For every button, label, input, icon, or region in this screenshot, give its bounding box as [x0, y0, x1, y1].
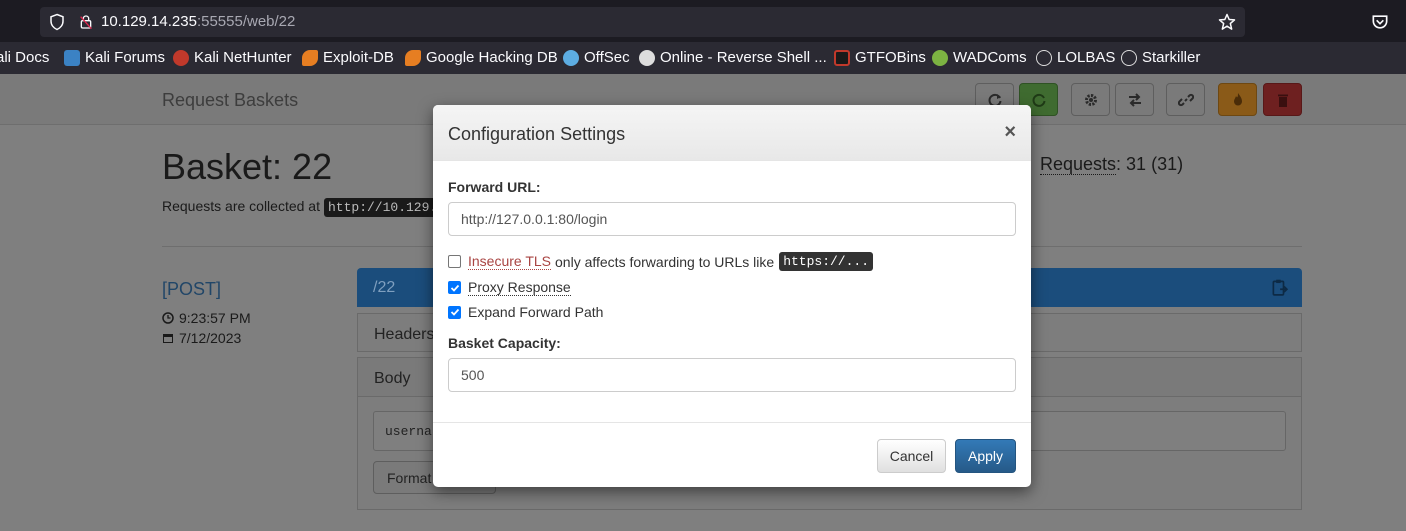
bookmark-label: LOLBAS: [1057, 49, 1116, 66]
bookmark-label: ali Docs: [0, 49, 50, 66]
bookmark-starkiller[interactable]: Starkiller: [1121, 49, 1200, 66]
responses-button[interactable]: [1115, 83, 1154, 116]
kali-forums-icon: [64, 49, 80, 66]
bookmark-label: Kali Forums: [85, 49, 166, 66]
link-icon: [1177, 93, 1194, 106]
clock-icon: [162, 312, 174, 324]
format-label: Format: [387, 470, 432, 486]
collected-text: Requests are collected at: [162, 198, 320, 214]
modal-footer: Cancel Apply: [433, 422, 1031, 487]
calendar-icon: [163, 334, 173, 343]
request-date: 7/12/2023: [162, 330, 241, 346]
bookmark-label: Kali NetHunter: [194, 49, 292, 66]
capacity-label: Basket Capacity:: [448, 335, 561, 351]
url-host: 10.129.14.235: [101, 13, 197, 30]
insecure-tls-row: Insecure TLS only affects forwarding to …: [448, 252, 874, 271]
bookmark-exploit-db[interactable]: Exploit-DB: [302, 49, 394, 66]
auto-refresh-icon: [1032, 93, 1045, 107]
exchange-icon: [1128, 92, 1141, 107]
bookmark-kali-forums[interactable]: Kali Forums: [64, 49, 165, 66]
capacity-input[interactable]: [448, 358, 1016, 392]
settings-button[interactable]: [1071, 83, 1110, 116]
requests-label: Requests: [1040, 154, 1117, 175]
app-brand[interactable]: Request Baskets: [162, 90, 298, 111]
gear-icon: [1084, 93, 1097, 106]
bookmark-lolbas[interactable]: LOLBAS: [1036, 49, 1115, 66]
url-path: :55555/web/22: [196, 13, 296, 30]
bookmark-gtfobins[interactable]: GTFOBins: [834, 49, 926, 66]
body-preview: usernar: [385, 424, 440, 439]
proxy-response-row: Proxy Response: [448, 279, 571, 296]
forward-url-input[interactable]: [448, 202, 1016, 236]
expand-path-checkbox[interactable]: [448, 305, 461, 319]
trash-icon: [1277, 94, 1288, 107]
insecure-tls-label[interactable]: Insecure TLS: [468, 253, 552, 270]
url-text[interactable]: 10.129.14.235:55555/web/22: [101, 13, 295, 30]
offsec-icon: [563, 49, 579, 66]
exploit-db-icon: [302, 49, 318, 66]
collected-info: Requests are collected at http://10.129.: [162, 198, 442, 217]
pocket-icon[interactable]: [1370, 12, 1390, 32]
request-method[interactable]: [POST]: [162, 279, 221, 300]
bookmark-label: Starkiller: [1142, 49, 1201, 66]
collected-url: http://10.129.: [323, 198, 442, 217]
request-path: /22: [373, 279, 396, 296]
lock-icon[interactable]: [78, 13, 94, 31]
headers-label: Headers: [374, 326, 435, 343]
insecure-tls-note: only affects forwarding to URLs like: [555, 253, 775, 270]
modal-header: Configuration Settings ×: [433, 105, 1031, 161]
check-icon: [450, 308, 459, 316]
share-link-button[interactable]: [1166, 83, 1205, 116]
config-settings-modal: Configuration Settings × Forward URL: In…: [433, 105, 1031, 487]
cancel-button[interactable]: Cancel: [877, 439, 946, 473]
apply-button[interactable]: Apply: [955, 439, 1016, 473]
forward-url-label: Forward URL:: [448, 179, 541, 195]
requests-value: : 31 (31): [1116, 154, 1184, 174]
skull-icon: [639, 49, 655, 66]
insecure-tls-checkbox[interactable]: [448, 255, 461, 268]
request-time: 9:23:57 PM: [162, 310, 251, 326]
requests-count: Requests: 31 (31): [1040, 154, 1183, 175]
insecure-tls-code: https://...: [779, 252, 874, 271]
clipboard-icon[interactable]: [1270, 278, 1288, 296]
gtfobins-icon: [834, 49, 850, 66]
bookmark-label: Exploit-DB: [323, 49, 394, 66]
bookmark-label: OffSec: [584, 49, 630, 66]
bookmark-kali-docs[interactable]: ali Docs: [0, 49, 49, 66]
check-icon: [450, 284, 459, 292]
basket-title: Basket: 22: [162, 146, 333, 187]
globe-icon: [1036, 49, 1052, 66]
close-icon[interactable]: ×: [1004, 122, 1016, 142]
expand-path-row: Expand Forward Path: [448, 304, 603, 320]
fire-icon: [1233, 92, 1242, 105]
expand-path-label[interactable]: Expand Forward Path: [468, 304, 603, 320]
bookmark-label: Online - Reverse Shell ...: [660, 49, 827, 66]
address-bar[interactable]: 10.129.14.235:55555/web/22: [40, 7, 1245, 37]
globe-icon: [1121, 49, 1137, 66]
body-label: Body: [374, 370, 411, 387]
bookmark-kali-nethunter[interactable]: Kali NetHunter: [173, 49, 292, 66]
kali-nethunter-icon: [173, 49, 189, 66]
request-time-value: 9:23:57 PM: [179, 310, 251, 326]
bookmark-label: WADComs: [953, 49, 1027, 66]
bookmark-offsec[interactable]: OffSec: [563, 49, 630, 66]
ghdb-icon: [405, 49, 421, 66]
proxy-response-label[interactable]: Proxy Response: [468, 279, 571, 296]
shield-icon[interactable]: [48, 13, 66, 31]
bookmark-star-icon[interactable]: [1217, 12, 1237, 32]
bookmark-label: GTFOBins: [855, 49, 926, 66]
clear-button[interactable]: [1218, 83, 1257, 116]
bookmark-reverse-shell[interactable]: Online - Reverse Shell ...: [639, 49, 827, 66]
proxy-response-checkbox[interactable]: [448, 281, 461, 294]
bookmark-label: Google Hacking DB: [426, 49, 558, 66]
browser-toolbar: 10.129.14.235:55555/web/22: [0, 0, 1406, 42]
bookmark-google-hacking-db[interactable]: Google Hacking DB: [405, 49, 558, 66]
request-date-value: 7/12/2023: [179, 330, 242, 346]
bookmarks-bar: ali Docs Kali Forums Kali NetHunter Expl…: [0, 42, 1406, 74]
bookmark-wadcoms[interactable]: WADComs: [932, 49, 1027, 66]
modal-title: Configuration Settings: [448, 124, 626, 144]
delete-basket-button[interactable]: [1263, 83, 1302, 116]
wadcoms-icon: [932, 49, 948, 66]
